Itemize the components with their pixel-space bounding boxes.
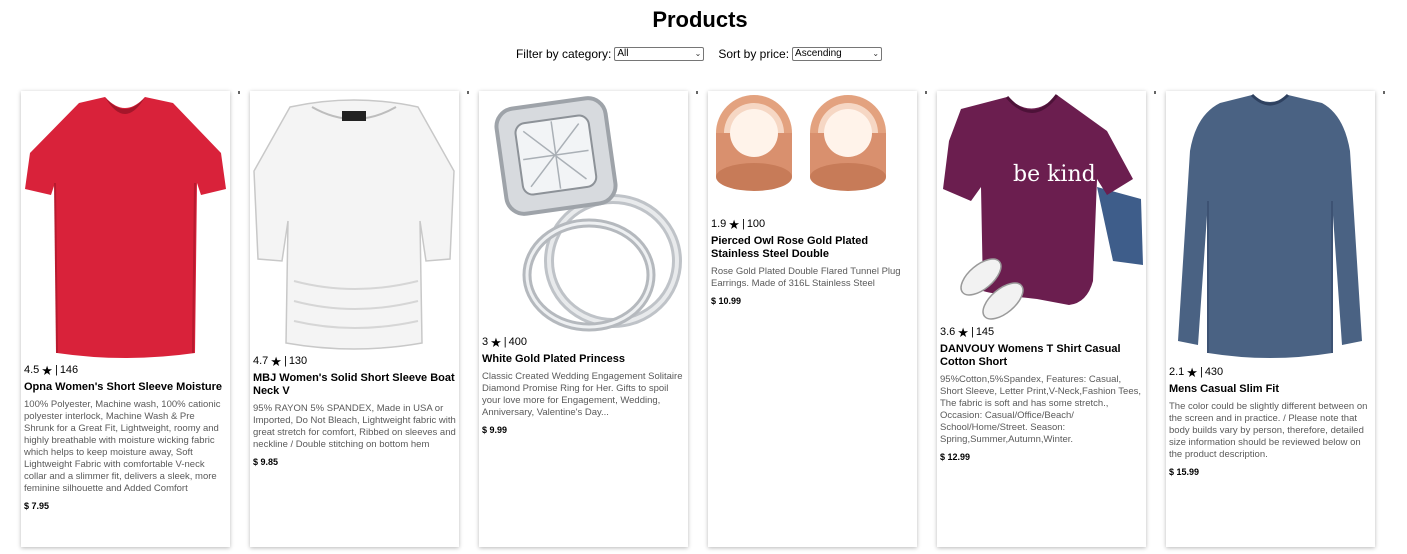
star-icon: ★ — [41, 362, 53, 378]
product-title[interactable]: MBJ Women's Solid Short Sleeve Boat Neck… — [253, 372, 456, 398]
white-boat-neck-top-image — [253, 99, 455, 350]
rating-value: 1.9 — [711, 218, 727, 230]
chevron-down-icon: ⌄ — [694, 49, 702, 58]
category-select[interactable]: All ⌄ — [614, 47, 705, 61]
product-price: $ 15.99 — [1169, 467, 1200, 477]
rating: 4.7 ★ | 130 — [253, 354, 456, 368]
divider — [925, 91, 927, 94]
rating: 1.9 ★ | 100 — [711, 217, 914, 231]
product-card[interactable]: 3 ★ | 400 White Gold Plated Princess Cla… — [479, 91, 688, 547]
rating-count: 400 — [508, 336, 527, 348]
rating-separator: | — [1199, 366, 1203, 378]
product-title[interactable]: DANVOUY Womens T Shirt Casual Cotton Sho… — [940, 343, 1143, 369]
product-title[interactable]: Opna Women's Short Sleeve Moisture — [24, 381, 227, 394]
product-title[interactable]: Pierced Owl Rose Gold Plated Stainless S… — [711, 235, 914, 261]
rating-count: 145 — [975, 326, 995, 338]
rating-value: 4.5 — [24, 364, 40, 376]
product-description: 95% RAYON 5% SPANDEX, Made in USA or Imp… — [253, 403, 456, 450]
rating-value: 3 — [482, 336, 489, 348]
rating-value: 2.1 — [1169, 366, 1185, 378]
rating-separator: | — [741, 218, 745, 230]
product-card[interactable]: 4.7 ★ | 130 MBJ Women's Solid Short Slee… — [250, 91, 459, 547]
product-price: $ 9.85 — [253, 457, 279, 467]
rating: 3 ★ | 400 — [482, 335, 685, 349]
rating-count: 430 — [1204, 366, 1224, 378]
shirt-print-text: be kind — [1013, 162, 1096, 187]
product-card[interactable]: 4.5 ★ | 146 Opna Women's Short Sleeve Mo… — [21, 91, 230, 547]
category-select-value: All — [617, 48, 629, 59]
product-price: $ 9.99 — [482, 425, 508, 435]
rating: 2.1 ★ | 430 — [1169, 365, 1372, 379]
diamond-ring-image — [494, 96, 682, 332]
star-icon: ★ — [728, 216, 740, 232]
product-description: 100% Polyester, Machine wash, 100% catio… — [24, 399, 221, 494]
star-icon: ★ — [957, 324, 969, 340]
rating-separator: | — [54, 364, 58, 376]
products-page: Products Filter by category: All ⌄ Sort … — [0, 0, 1407, 554]
product-price: $ 7.95 — [24, 501, 50, 511]
rating-value: 3.6 — [940, 326, 956, 338]
product-card[interactable]: 2.1 ★ | 430 Mens Casual Slim Fit The col… — [1166, 91, 1375, 547]
rating-separator: | — [503, 336, 507, 348]
sort-select-value: Ascending — [795, 48, 842, 59]
product-price: $ 10.99 — [711, 296, 742, 306]
star-icon: ★ — [490, 334, 502, 350]
sort-label: Sort by price: — [718, 47, 790, 61]
sort-select[interactable]: Ascending ⌄ — [792, 47, 883, 61]
divider — [1154, 91, 1156, 94]
divider — [1383, 91, 1385, 94]
product-description: 95%Cotton,5%Spandex, Features: Casual, S… — [940, 374, 1142, 445]
product-title[interactable]: Mens Casual Slim Fit — [1169, 383, 1372, 396]
category-filter-label: Filter by category: — [515, 47, 612, 61]
page-title: Products — [652, 7, 748, 32]
product-grid: 4.5 ★ | 146 Opna Women's Short Sleeve Mo… — [21, 91, 1401, 554]
rating-count: 130 — [288, 355, 308, 367]
blue-long-sleeve-shirt-image — [1178, 93, 1362, 358]
rating-count: 100 — [746, 218, 766, 230]
divider — [696, 91, 698, 94]
star-icon: ★ — [1186, 364, 1198, 380]
rating: 3.6 ★ | 145 — [940, 325, 1143, 339]
product-description: The color could be slightly different be… — [1169, 401, 1368, 460]
divider — [467, 91, 469, 94]
product-card[interactable]: be kind 3.6 ★ | 145 DANVOUY Womens T Shi… — [937, 91, 1146, 547]
rose-gold-tunnel-plugs-image — [716, 95, 886, 191]
chevron-down-icon: ⌄ — [872, 49, 880, 58]
rating-value: 4.7 — [253, 355, 269, 367]
sort-control: Sort by price: Ascending ⌄ — [718, 47, 883, 61]
divider — [238, 91, 240, 94]
rating-count: 146 — [59, 364, 79, 376]
filter-bar: Filter by category: All ⌄ Sort by price:… — [0, 47, 1398, 61]
red-vneck-tshirt-image — [25, 97, 226, 358]
rating-separator: | — [283, 355, 287, 367]
star-icon: ★ — [270, 353, 282, 369]
product-price: $ 12.99 — [940, 452, 971, 462]
product-description: Rose Gold Plated Double Flared Tunnel Pl… — [711, 266, 901, 289]
product-card[interactable]: 1.9 ★ | 100 Pierced Owl Rose Gold Plated… — [708, 91, 917, 547]
product-description: Classic Created Wedding Engagement Solit… — [482, 371, 683, 418]
be-kind-purple-tshirt-image: be kind — [943, 94, 1143, 320]
product-title[interactable]: White Gold Plated Princess — [482, 353, 685, 366]
rating-separator: | — [970, 326, 974, 338]
rating: 4.5 ★ | 146 — [24, 363, 227, 377]
category-filter: Filter by category: All ⌄ — [515, 47, 705, 61]
